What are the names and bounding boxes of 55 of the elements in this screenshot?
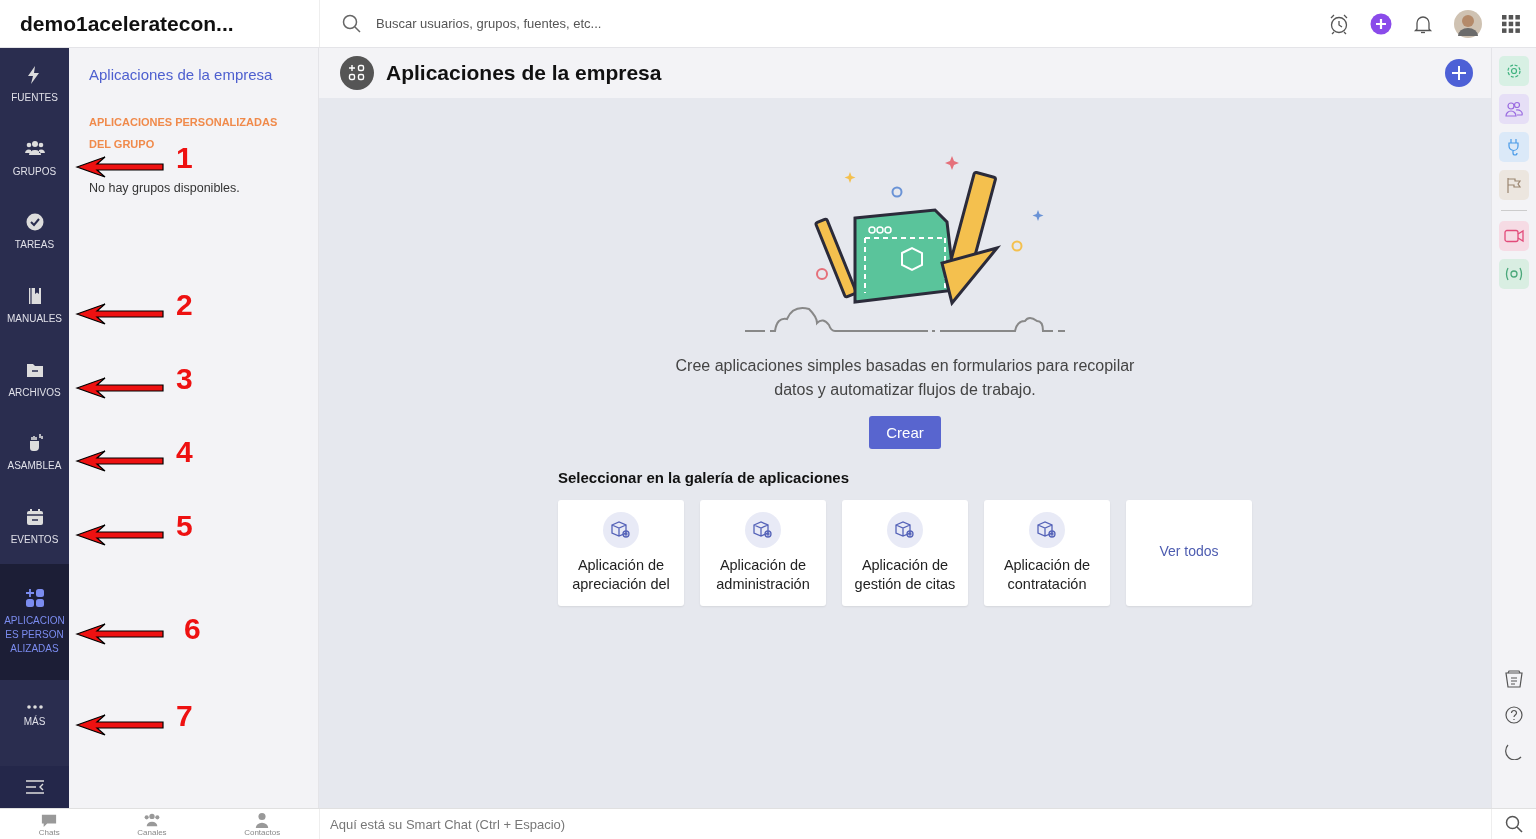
smart-chat-field[interactable]: Aquí está su Smart Chat (Ctrl + Espacio) (320, 809, 1491, 839)
search-icon[interactable] (342, 13, 362, 34)
tab-label[interactable]: Canales (137, 827, 167, 837)
annotation-number: 5 (176, 508, 193, 543)
collapse-menu-icon[interactable] (0, 766, 69, 808)
group-icon (142, 811, 161, 828)
add-button[interactable] (1445, 59, 1473, 87)
workspace-name: demo1aceleratecon... (20, 11, 234, 36)
app-name: Aplicación de apreciación del (571, 556, 671, 594)
tab-label[interactable]: Contactos (244, 827, 281, 837)
avatar[interactable] (1454, 9, 1482, 38)
nav-item[interactable]: FUENTES (0, 48, 69, 122)
app-card[interactable]: Aplicación de contratación (984, 500, 1110, 606)
apps-icon (340, 56, 374, 90)
calendar-icon (24, 506, 45, 527)
apps-grid-icon[interactable] (1502, 14, 1520, 33)
add-icon[interactable] (1370, 12, 1392, 35)
help-icon[interactable] (1505, 706, 1523, 724)
people-icon[interactable] (1499, 94, 1529, 124)
annotation-number: 4 (176, 435, 193, 470)
notes-icon[interactable] (1504, 670, 1524, 688)
check-circle-icon (24, 212, 45, 233)
box-gear-icon (603, 512, 639, 548)
annotation-number: 6 (184, 611, 201, 646)
app-card[interactable]: Aplicación de administración (700, 500, 826, 606)
video-camera-icon[interactable] (1499, 221, 1529, 251)
box-gear-icon (887, 512, 923, 548)
app-card[interactable]: Aplicación de gestión de citas (842, 500, 968, 606)
page-title: Aplicaciones de la empresa (386, 61, 663, 85)
apps-icon (24, 587, 45, 608)
company-apps-link[interactable]: Aplicaciones de la empresa (89, 66, 298, 83)
description: Cree aplicaciones simples basadas en formularios para recopilar datos y automatizar flujos de trabajo. (674, 356, 1136, 400)
app-card[interactable]: Aplicación de apreciación del (558, 500, 684, 606)
tab-label[interactable]: Chats (38, 827, 60, 837)
app-name: Aplicación de gestión de citas (853, 556, 957, 594)
empty-message: No hay grupos disponibles. (89, 181, 241, 195)
search-field[interactable]: Buscar usuarios, grupos, fuentes, etc... (374, 15, 778, 32)
box-gear-icon (745, 512, 781, 548)
annotation-number: 7 (176, 698, 193, 733)
annotation-number: 2 (176, 287, 193, 322)
box-gear-icon (1029, 512, 1065, 548)
moon-icon[interactable] (1505, 742, 1523, 760)
app-name: Aplicación de contratación (1002, 556, 1092, 594)
annotation-number: 1 (176, 140, 193, 175)
search-icon[interactable] (1505, 815, 1523, 833)
gallery-heading: Seleccionar en la galería de aplicaciones (558, 469, 850, 486)
see-all-link[interactable]: Ver todos (1126, 500, 1252, 606)
app-name: Aplicación de administración (715, 556, 811, 594)
annotation-number: 3 (176, 361, 193, 396)
broadcast-icon[interactable] (1499, 259, 1529, 289)
plus-icon (1452, 66, 1466, 80)
more-icon (24, 704, 45, 709)
alarm-clock-icon[interactable] (1328, 12, 1350, 35)
create-button[interactable]: Crear (869, 416, 941, 449)
nav-item[interactable]: TAREAS (0, 195, 69, 270)
